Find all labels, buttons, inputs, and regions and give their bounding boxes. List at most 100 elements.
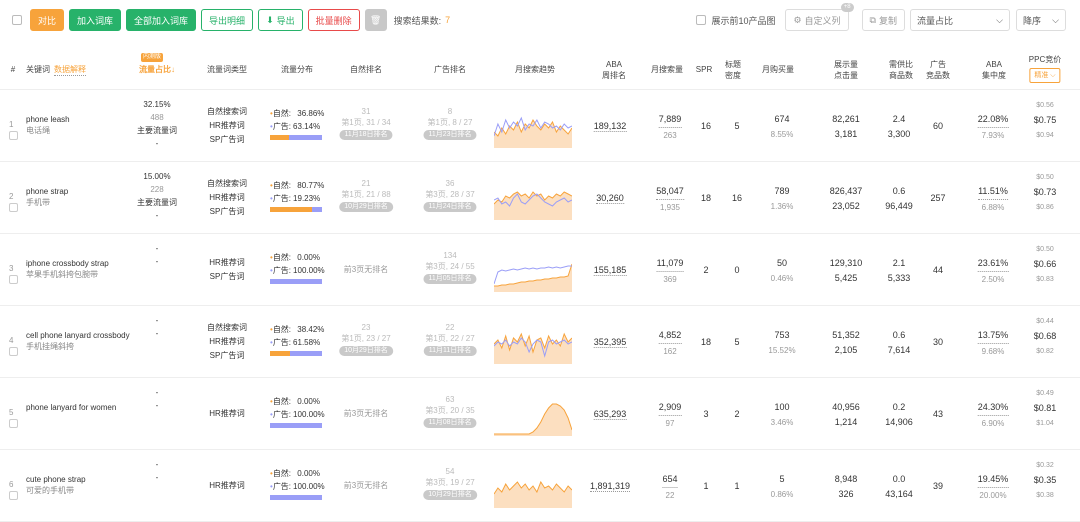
header-spr[interactable]: SPR xyxy=(696,64,712,75)
copy-button[interactable]: ⧉ 复制 xyxy=(861,9,905,31)
table-row[interactable]: 3 iphone crossbody strap 苹果手机斜挎包腕带 - - HR推荐词 S… xyxy=(0,234,1080,306)
header-monthly-buy[interactable]: 月购买量 xyxy=(762,64,794,75)
aba-rank-value[interactable]: 635,293 xyxy=(593,409,627,420)
header-monthly-search[interactable]: 月搜索量 xyxy=(651,64,683,75)
keyword-text[interactable]: iphone crossbody strap xyxy=(26,258,109,269)
trend-sparkline[interactable] xyxy=(494,178,572,220)
aba-concentration-value[interactable]: 11.51% xyxy=(978,184,1008,200)
monthly-search-value[interactable]: 654 xyxy=(662,472,678,488)
title-density-value: 5 xyxy=(734,337,740,347)
data-explain-link[interactable]: 数据解释 xyxy=(54,64,86,76)
flow-share-tag: - xyxy=(155,257,159,266)
row-checkbox[interactable] xyxy=(9,131,18,140)
table-row[interactable]: 6 cute phone strap 可爱的手机带 - - HR推荐词 •自然: 0.00%… xyxy=(0,450,1080,522)
ppc-match-select[interactable]: 精准 ⌵ xyxy=(1029,68,1061,83)
table-row[interactable]: 2 phone strap 手机带 15.00% 228 主要流量词 - 自然搜索词 HR推荐词… xyxy=(0,162,1080,234)
header-title-density[interactable]: 标题 密度 xyxy=(725,59,741,81)
keyword-text[interactable]: phone strap xyxy=(26,186,68,197)
keyword-text[interactable]: cute phone strap xyxy=(26,474,86,485)
aba-rank-value[interactable]: 352,395 xyxy=(593,337,627,348)
keyword-text[interactable]: cell phone lanyard crossbody xyxy=(26,330,130,341)
word-type-cell: 自然搜索词 HR推荐词 SP广告词 xyxy=(207,321,247,363)
trash-icon[interactable]: 🗑 xyxy=(364,9,387,31)
header-aba-rank[interactable]: ABA 周排名 xyxy=(602,59,626,81)
aba-rank-value[interactable]: 1,891,319 xyxy=(589,481,631,492)
ad-rank-date[interactable]: 10月29日排名 xyxy=(423,490,477,500)
select-all-checkbox[interactable] xyxy=(12,15,22,25)
flow-share-value: 32.15% xyxy=(143,100,171,109)
show-top10-checkbox[interactable] xyxy=(696,15,707,25)
custom-columns-button[interactable]: ⚙ 自定义列 +8 xyxy=(785,3,854,31)
table-row[interactable]: 1 phone leash 电话绳 32.15% 488 主要流量词 - 自然搜索词 HR推荐词… xyxy=(0,90,1080,162)
aba-concentration-value[interactable]: 22.08% xyxy=(977,112,1009,128)
ad-rank-date[interactable]: 11月23日排名 xyxy=(423,130,477,140)
table-row[interactable]: 5 phone lanyard for women - - HR推荐词 •自然: 0.00… xyxy=(0,378,1080,450)
header-ad-competitors[interactable]: 广告 竞品数 xyxy=(926,59,950,81)
row-index: 1 xyxy=(9,120,14,129)
ad-rank-date[interactable]: 11月05日排名 xyxy=(423,274,477,284)
monthly-search-cell: 2,909 97 xyxy=(658,400,682,431)
monthly-search-value[interactable]: 58,047 xyxy=(656,184,684,200)
header-natural-rank[interactable]: 自然排名 xyxy=(350,64,382,75)
ad-rank-date[interactable]: 11月24日排名 xyxy=(423,202,477,212)
ad-pct: 63.14% xyxy=(293,122,321,131)
daily-search-value: 263 xyxy=(663,131,677,140)
table-row[interactable]: 4 cell phone lanyard crossbody 手机挂绳斜挎 - - 自然搜… xyxy=(0,306,1080,378)
title-density-value: 0 xyxy=(734,265,740,275)
trend-sparkline[interactable] xyxy=(494,106,572,148)
natural-rank-date[interactable]: 10月29日排名 xyxy=(339,346,393,356)
batch-delete-button[interactable]: 批量删除 xyxy=(307,9,360,31)
flow-share-extra: - xyxy=(155,139,159,148)
header-ad-l2: 竞品数 xyxy=(926,71,950,80)
header-supply-demand[interactable]: 需供比 商品数 xyxy=(889,59,913,81)
sort-field-select[interactable]: 流量占比 ⌵ xyxy=(910,9,1010,31)
monthly-search-value[interactable]: 2,909 xyxy=(658,400,682,416)
monthly-buy-value: 100 xyxy=(774,402,790,412)
add-all-to-library-button[interactable]: 全部加入词库 xyxy=(126,9,197,31)
aba-rank-value[interactable]: 155,185 xyxy=(593,265,627,276)
aba-rank-value[interactable]: 30,260 xyxy=(596,193,624,204)
header-flow-share[interactable]: 流量占比↓ xyxy=(139,64,175,75)
compare-button[interactable]: 对比 xyxy=(30,9,65,31)
export-button[interactable]: ⬇ 导出 xyxy=(258,9,303,31)
natural-rank-cell: 31 第1页, 31 / 34 11月18日排名 xyxy=(339,106,393,140)
sort-order-select[interactable]: 降序 ⌵ xyxy=(1016,9,1066,31)
trend-sparkline[interactable] xyxy=(494,322,572,364)
row-checkbox[interactable] xyxy=(9,203,18,212)
monthly-buy-cell: 789 1.36% xyxy=(771,184,794,214)
aba-concentration-value[interactable]: 23.61% xyxy=(977,256,1009,272)
ad-rank-date[interactable]: 11月11日排名 xyxy=(423,346,477,356)
flow-share-extra: - xyxy=(155,211,159,220)
aba-concentration-value[interactable]: 24.30% xyxy=(977,400,1009,416)
aba-concentration-value[interactable]: 19.45% xyxy=(977,472,1009,488)
trend-sparkline[interactable] xyxy=(494,250,572,292)
trend-sparkline[interactable] xyxy=(494,394,572,436)
ppc-cell: $0.56 $0.75 $0.94 xyxy=(1034,98,1057,143)
header-ad-rank[interactable]: 广告排名 xyxy=(434,64,466,75)
monthly-search-value[interactable]: 7,889 xyxy=(658,112,682,128)
export-detail-button[interactable]: 导出明细 xyxy=(201,9,254,31)
monthly-search-value[interactable]: 11,079 xyxy=(656,256,684,272)
header-flow-dist: 流量分布 xyxy=(281,65,313,74)
ppc-low: $0.44 xyxy=(1036,318,1054,325)
header-impressions[interactable]: 展示量 点击量 xyxy=(834,59,858,81)
natural-rank-date[interactable]: 10月29日排名 xyxy=(339,202,393,212)
monthly-search-value[interactable]: 4,852 xyxy=(658,328,682,344)
ad-rank-date[interactable]: 11月08日排名 xyxy=(423,418,477,428)
natural-rank-date[interactable]: 11月18日排名 xyxy=(339,130,393,140)
trend-sparkline[interactable] xyxy=(494,466,572,508)
add-to-library-button[interactable]: 加入词库 xyxy=(69,9,122,31)
clicks-value: 3,181 xyxy=(834,129,858,139)
keyword-text[interactable]: phone leash xyxy=(26,114,70,125)
aba-concentration-value[interactable]: 13.75% xyxy=(977,328,1009,344)
row-checkbox[interactable] xyxy=(9,491,18,500)
keyword-text[interactable]: phone lanyard for women xyxy=(26,402,116,413)
supply-demand-cell: 0.6 7,614 xyxy=(888,328,911,358)
header-aba-concentration[interactable]: ABA 集中度 xyxy=(982,59,1006,81)
row-checkbox[interactable] xyxy=(9,347,18,356)
row-checkbox[interactable] xyxy=(9,419,18,428)
keyword-cell: cute phone strap 可爱的手机带 xyxy=(26,474,86,496)
row-checkbox[interactable] xyxy=(9,275,18,284)
aba-rank-value[interactable]: 189,132 xyxy=(593,121,627,132)
ad-share-fill xyxy=(270,279,322,284)
